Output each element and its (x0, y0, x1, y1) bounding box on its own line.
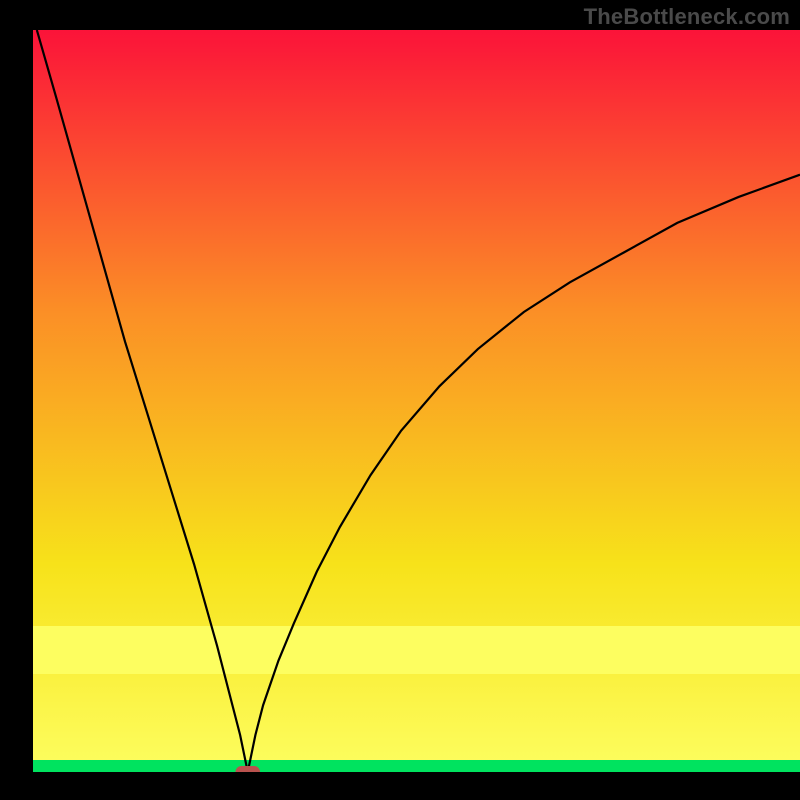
green-band (33, 760, 800, 772)
chart-svg (0, 0, 800, 800)
yellow-band (33, 626, 800, 674)
chart-frame: TheBottleneck.com (0, 0, 800, 800)
minimum-marker (235, 766, 260, 778)
